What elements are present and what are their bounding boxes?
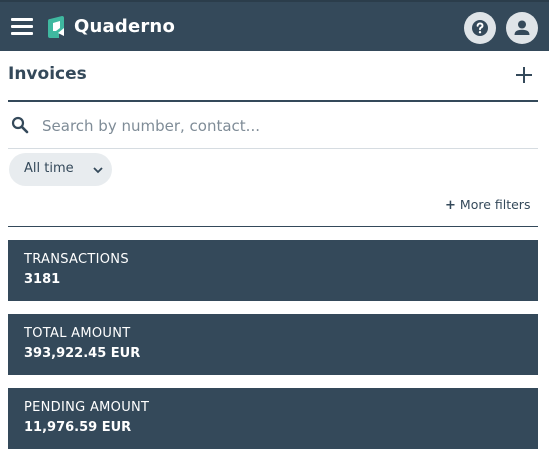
period-filter-dropdown[interactable]: All time — [9, 153, 112, 186]
quaderno-logo-icon[interactable] — [47, 16, 67, 38]
period-filter-label: All time — [24, 161, 74, 176]
chevron-down-icon — [93, 167, 103, 174]
search-icon — [11, 116, 29, 134]
stat-label: PENDING AMOUNT — [24, 400, 150, 415]
stat-label: TRANSACTIONS — [24, 252, 129, 267]
user-account-button[interactable] — [506, 12, 538, 44]
menu-icon[interactable] — [11, 17, 34, 37]
stat-card-pending-amount: PENDING AMOUNT 11,976.59 EUR — [8, 388, 538, 449]
plus-icon: + — [445, 198, 456, 213]
top-navigation-bar: Quaderno — [0, 0, 549, 51]
more-filters-label: More filters — [459, 197, 531, 212]
app-name[interactable]: Quaderno — [74, 15, 175, 39]
page-header: Invoices — [8, 60, 538, 102]
help-button[interactable] — [464, 12, 496, 44]
page-title: Invoices — [8, 64, 87, 84]
more-filters-link[interactable]: + More filters — [445, 197, 530, 213]
help-icon — [472, 20, 488, 36]
stat-value: 11,976.59 EUR — [24, 420, 132, 435]
search-input[interactable] — [40, 111, 524, 141]
stat-value: 393,922.45 EUR — [24, 346, 141, 361]
stat-value: 3181 — [24, 272, 61, 287]
add-invoice-button[interactable] — [514, 65, 534, 85]
stat-card-total-amount: TOTAL AMOUNT 393,922.45 EUR — [8, 314, 538, 375]
search-bar — [8, 103, 538, 149]
divider — [8, 226, 538, 227]
stat-card-transactions: TRANSACTIONS 3181 — [8, 240, 538, 301]
plus-icon — [516, 67, 532, 83]
user-icon — [514, 20, 530, 35]
stat-label: TOTAL AMOUNT — [24, 326, 131, 341]
